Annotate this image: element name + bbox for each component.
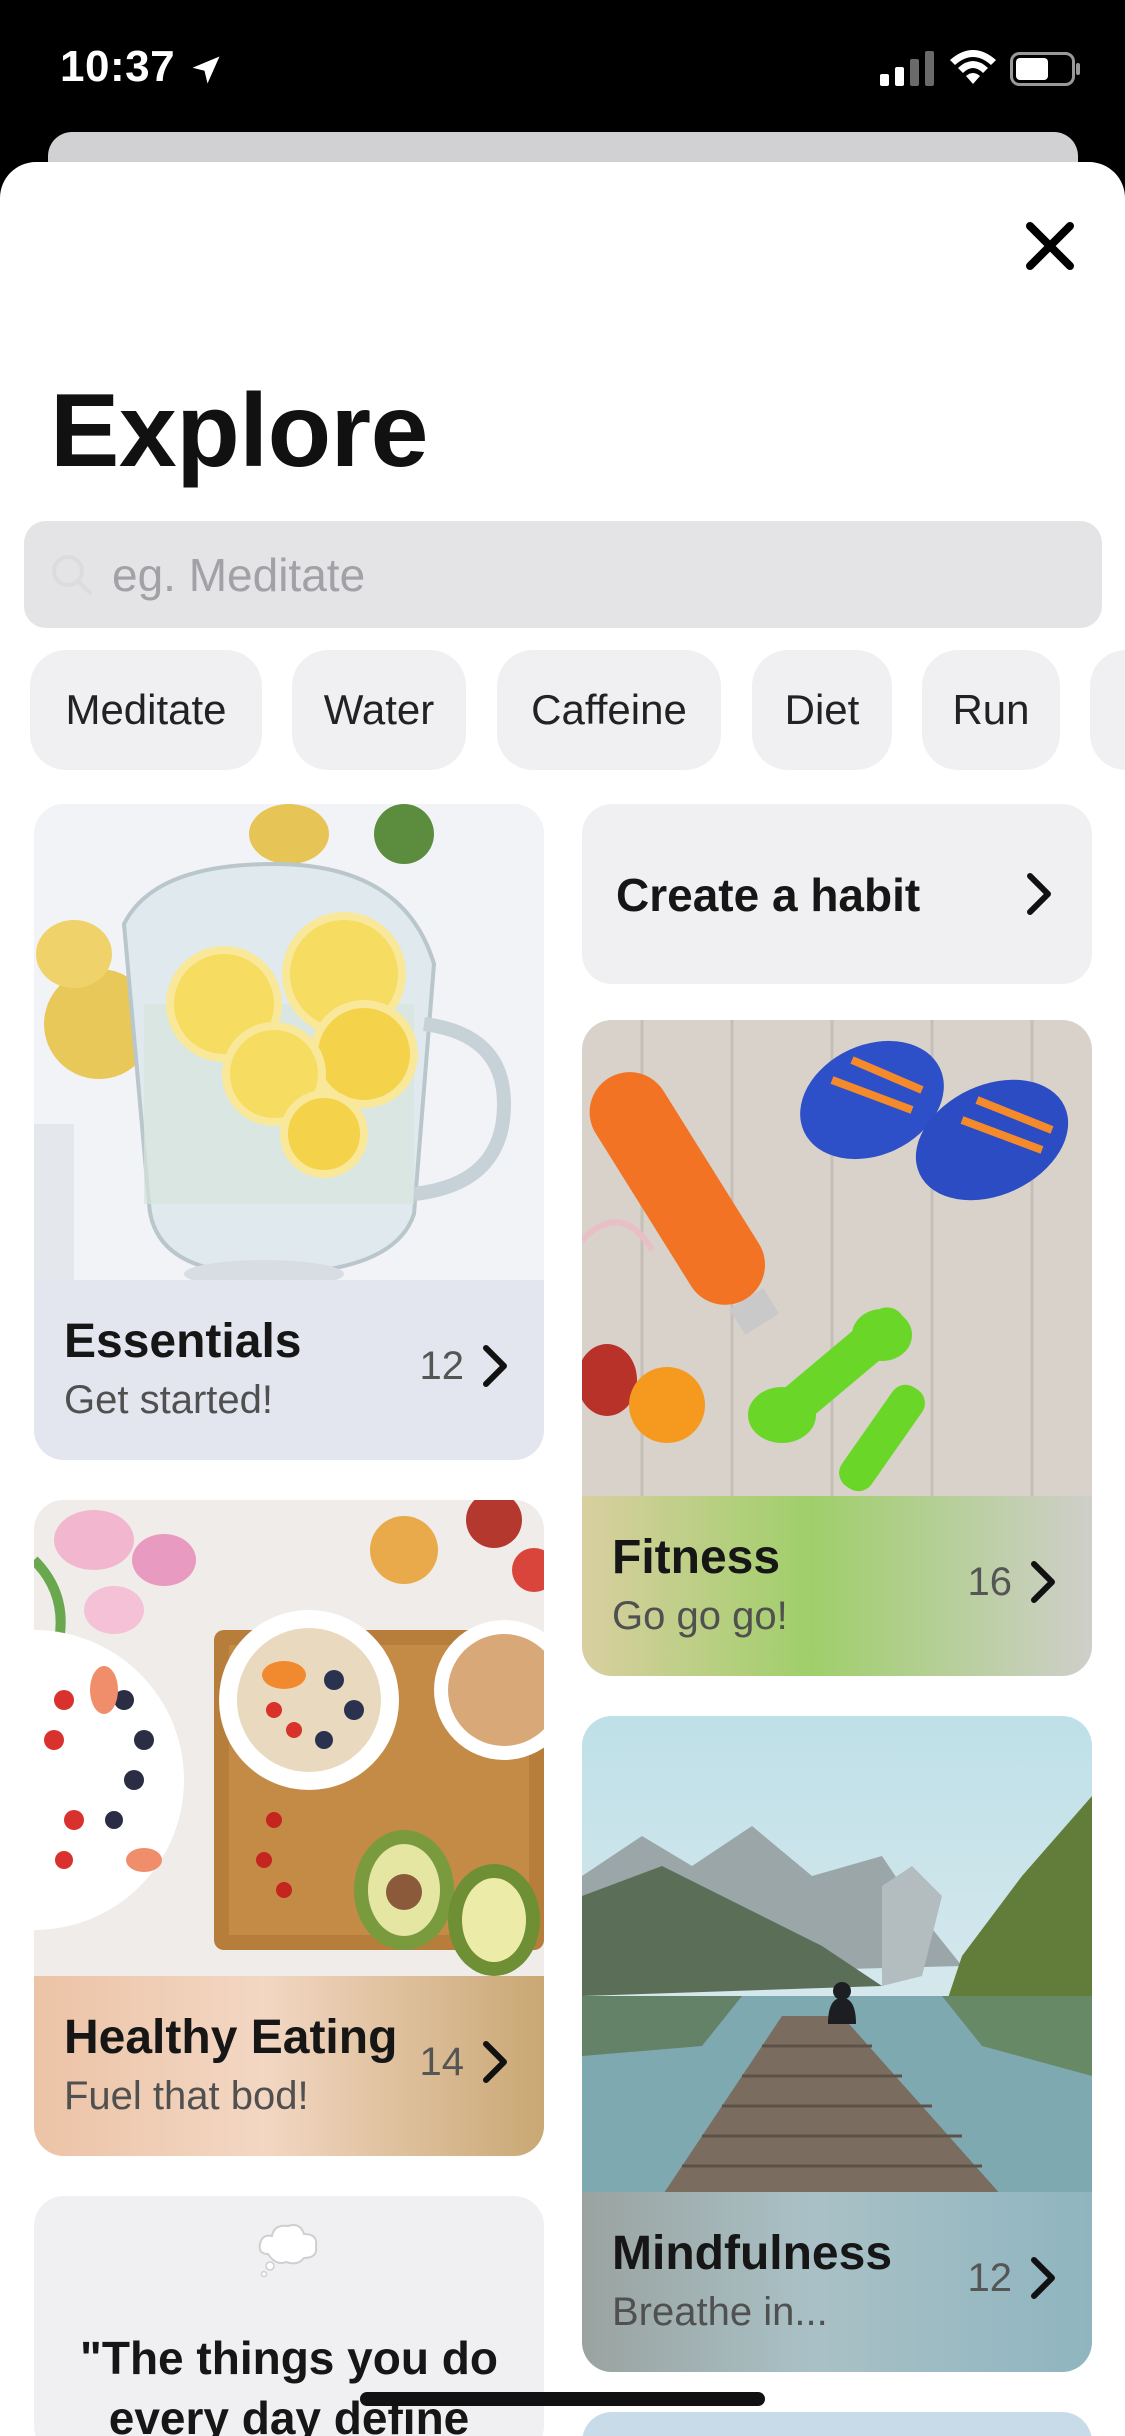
card-title: Mindfulness <box>612 2227 893 2280</box>
card-title: Essentials <box>64 1315 302 1368</box>
card-count: 14 <box>419 2040 465 2084</box>
explore-sheet: Explore Meditate Water Caffeine Diet Run <box>0 162 1125 2436</box>
create-habit-button[interactable]: Create a habit <box>582 804 1092 984</box>
category-chips: Meditate Water Caffeine Diet Run <box>30 650 1125 770</box>
battery-icon <box>1010 52 1080 86</box>
chip-run[interactable]: Run <box>922 650 1060 770</box>
card-count: 12 <box>419 1344 465 1388</box>
mindfulness-photo <box>582 1716 1092 2196</box>
card-essentials[interactable]: Essentials Get started! 12 <box>34 804 544 1460</box>
home-indicator[interactable] <box>360 2392 765 2406</box>
card-next-peek[interactable] <box>582 2412 1092 2436</box>
chevron-right-icon <box>1031 2257 1055 2299</box>
healthy-eating-photo <box>34 1500 544 1980</box>
card-footer: Fitness Go go go! 16 <box>582 1496 1092 1676</box>
card-healthy-eating[interactable]: Healthy Eating Fuel that bod! 14 <box>34 1500 544 2156</box>
chip-diet[interactable]: Diet <box>752 650 892 770</box>
status-time: 10:37 <box>60 42 176 91</box>
wifi-icon <box>950 50 996 84</box>
search-bar[interactable] <box>24 521 1102 628</box>
page-title: Explore <box>50 373 428 489</box>
quote-text: "The things you do every day define <box>80 2332 498 2436</box>
chevron-right-icon <box>483 1345 507 1387</box>
card-title: Fitness <box>612 1531 781 1584</box>
chip-water[interactable]: Water <box>292 650 466 770</box>
status-bar: 10:37 <box>0 0 1125 140</box>
card-mindfulness[interactable]: Mindfulness Breathe in... 12 <box>582 1716 1092 2372</box>
chevron-right-icon <box>1027 873 1051 915</box>
essentials-photo <box>34 804 544 1284</box>
card-title: Healthy Eating <box>64 2011 398 2064</box>
card-footer: Healthy Eating Fuel that bod! 14 <box>34 1976 544 2156</box>
card-footer: Essentials Get started! 12 <box>34 1280 544 1460</box>
chip-more[interactable] <box>1090 650 1125 770</box>
chevron-right-icon <box>483 2041 507 2083</box>
card-fitness[interactable]: Fitness Go go go! 16 <box>582 1020 1092 1676</box>
close-icon[interactable] <box>1020 216 1080 276</box>
search-input[interactable] <box>112 521 1072 628</box>
card-footer: Mindfulness Breathe in... 12 <box>582 2192 1092 2372</box>
card-subtitle: Get started! <box>64 1378 273 1422</box>
card-subtitle: Breathe in... <box>612 2290 828 2334</box>
create-habit-label: Create a habit <box>616 869 921 921</box>
chip-caffeine[interactable]: Caffeine <box>497 650 721 770</box>
card-count: 12 <box>967 2256 1013 2300</box>
chip-meditate[interactable]: Meditate <box>30 650 262 770</box>
cellular-signal-icon <box>880 51 934 86</box>
card-subtitle: Fuel that bod! <box>64 2074 309 2118</box>
thought-bubble-icon <box>258 2224 318 2278</box>
fitness-photo <box>582 1020 1092 1500</box>
chevron-right-icon <box>1031 1561 1055 1603</box>
card-count: 16 <box>967 1560 1013 1604</box>
card-subtitle: Go go go! <box>612 1594 788 1638</box>
search-icon <box>52 555 92 595</box>
location-arrow-icon <box>192 56 220 84</box>
